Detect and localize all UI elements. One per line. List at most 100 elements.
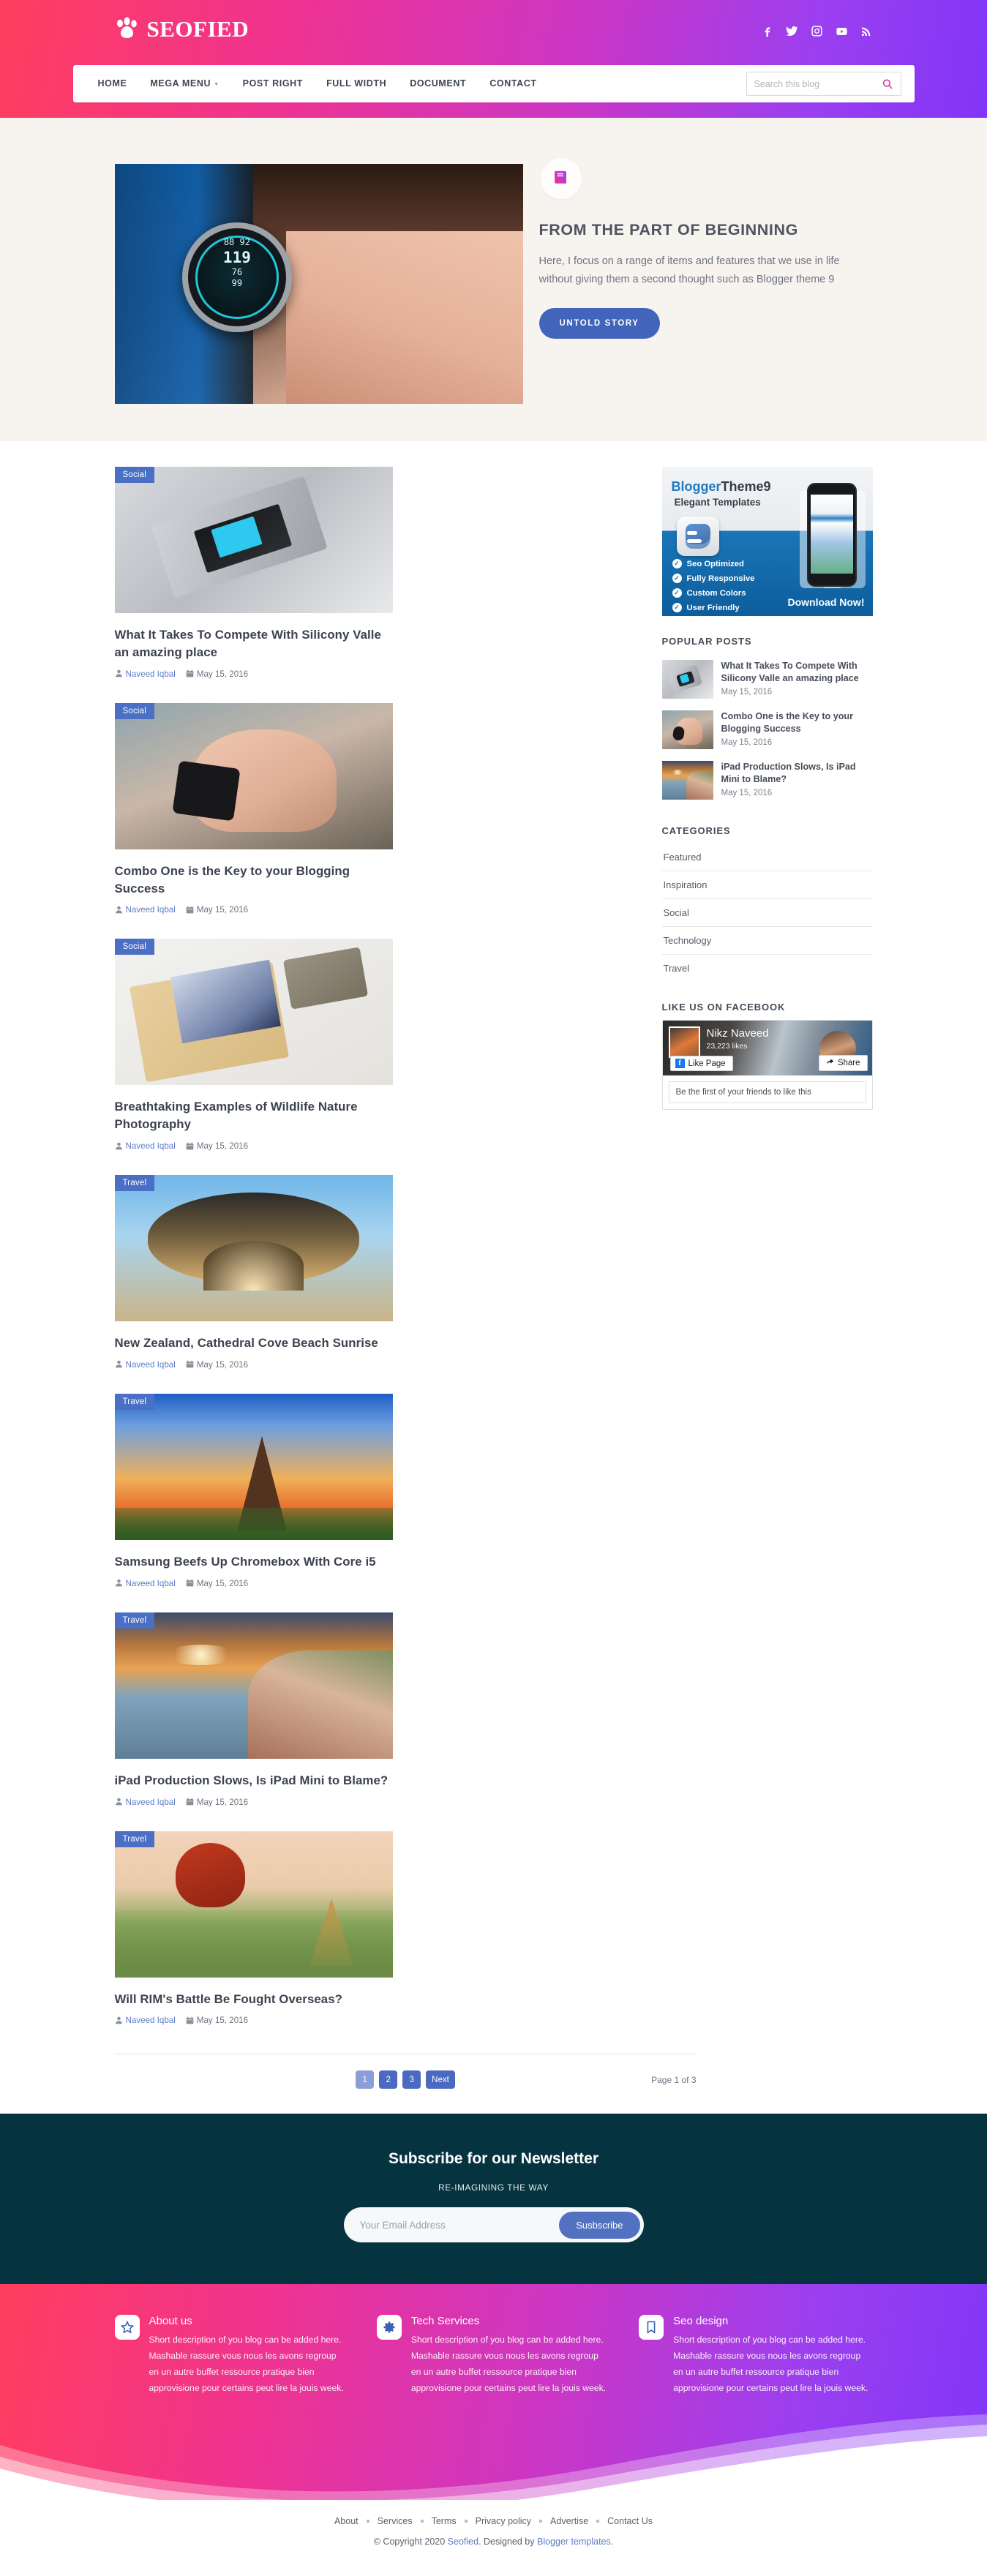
post-thumbnail[interactable]: Travel [114,1612,393,1759]
footer-link-services[interactable]: Services [378,2516,413,2526]
footer-link-advertise[interactable]: Advertise [550,2516,588,2526]
footer-widget-text: Short description of you blog can be add… [149,2335,344,2393]
popular-post-title[interactable]: Combo One is the Key to your Blogging Su… [721,710,873,735]
share-icon [826,1058,834,1068]
post-date: May 15, 2016 [186,1579,248,1588]
instagram-icon[interactable] [811,24,823,38]
popular-post-item[interactable]: Combo One is the Key to your Blogging Su… [661,705,873,755]
nav-item-post-right[interactable]: POST RIGHT [231,65,315,102]
post-title[interactable]: New Zealand, Cathedral Cove Beach Sunris… [115,1334,393,1352]
ad-cta-label[interactable]: Download Now! [788,596,865,608]
post-card[interactable]: Travel iPad Production Slows, Is iPad Mi… [114,1612,393,1807]
footer-link-contact-us[interactable]: Contact Us [607,2516,653,2526]
rss-icon[interactable] [860,24,873,38]
post-author[interactable]: Naveed Iqbal [115,1798,176,1807]
youtube-icon[interactable] [836,24,848,38]
search-box[interactable] [746,72,901,96]
twitter-icon[interactable] [785,24,798,38]
post-thumbnail[interactable]: Travel [114,1393,393,1540]
footer-widget-text: Short description of you blog can be add… [673,2335,868,2393]
popular-post-item[interactable]: iPad Production Slows, Is iPad Mini to B… [661,755,873,806]
category-badge[interactable]: Social [114,702,155,719]
page-button-1[interactable]: 1 [356,2070,375,2089]
nav-item-full-width[interactable]: FULL WIDTH [315,65,398,102]
post-card[interactable]: Social Combo One is the Key to your Blog… [114,702,393,915]
category-item-social[interactable]: Social [661,899,873,927]
page-button-2[interactable]: 2 [379,2070,398,2089]
post-author[interactable]: Naveed Iqbal [115,905,176,915]
subscribe-button[interactable]: Susbscribe [559,2211,640,2239]
popular-posts-list: What It Takes To Compete With Silicony V… [661,654,873,806]
category-badge[interactable]: Social [114,939,155,955]
post-card[interactable]: Social What It Takes To Compete With Sil… [114,467,393,679]
post-author[interactable]: Naveed Iqbal [115,1579,176,1588]
user-icon [115,906,123,915]
site-logo[interactable]: SEOFIED [115,16,249,42]
post-title[interactable]: Samsung Beefs Up Chromebox With Core i5 [115,1553,393,1571]
category-item-featured[interactable]: Featured [661,844,873,871]
post-date: May 15, 2016 [186,1798,248,1807]
popular-post-title[interactable]: iPad Production Slows, Is iPad Mini to B… [721,761,873,786]
category-badge[interactable]: Travel [114,1612,155,1629]
nav-item-home[interactable]: HOME [86,65,139,102]
facebook-like-button[interactable]: f Like Page [669,1056,733,1071]
post-card[interactable]: Travel New Zealand, Cathedral Cove Beach… [114,1175,393,1370]
popular-post-thumbnail[interactable] [661,761,713,800]
facebook-icon[interactable] [761,24,773,38]
popular-post-item[interactable]: What It Takes To Compete With Silicony V… [661,654,873,705]
post-author[interactable]: Naveed Iqbal [115,1360,176,1370]
avatar [668,1026,700,1058]
popular-post-title[interactable]: What It Takes To Compete With Silicony V… [721,660,873,685]
nav-item-mega-menu[interactable]: MEGA MENU ▼ [138,65,230,102]
category-badge[interactable]: Travel [114,1393,155,1410]
popular-post-date: May 15, 2016 [721,738,773,748]
bookmark-icon [639,2315,664,2340]
post-title[interactable]: What It Takes To Compete With Silicony V… [115,626,393,661]
category-item-technology[interactable]: Technology [661,927,873,955]
nav-item-contact[interactable]: CONTACT [478,65,548,102]
post-thumbnail[interactable]: Social [114,467,393,613]
post-card[interactable]: Travel Will RIM's Battle Be Fought Overs… [114,1830,393,2025]
post-card[interactable]: Social Breathtaking Examples of Wildlife… [114,939,393,1151]
facebook-page-name[interactable]: Nikz Naveed [707,1027,769,1040]
post-thumbnail[interactable]: Social [114,702,393,849]
page-button-3[interactable]: 3 [402,2070,421,2089]
post-date: May 15, 2016 [186,905,248,915]
post-title[interactable]: Breathtaking Examples of Wildlife Nature… [115,1098,393,1133]
footer-link-about[interactable]: About [334,2516,359,2526]
post-title[interactable]: iPad Production Slows, Is iPad Mini to B… [115,1772,393,1790]
nav-item-document[interactable]: DOCUMENT [398,65,478,102]
next-page-button[interactable]: Next [426,2070,455,2089]
post-thumbnail[interactable]: Social [114,939,393,1086]
date-text: May 15, 2016 [196,669,249,679]
search-input[interactable] [754,78,882,89]
post-author[interactable]: Naveed Iqbal [115,1141,176,1151]
post-thumbnail[interactable]: Travel [114,1175,393,1322]
post-thumbnail[interactable]: Travel [114,1830,393,1978]
post-author[interactable]: Naveed Iqbal [115,2016,176,2025]
category-badge[interactable]: Travel [114,1830,155,1847]
separator-dot [366,2520,369,2523]
footer-link-privacy-policy[interactable]: Privacy policy [476,2516,531,2526]
nav-label: MEGA MENU [150,78,211,89]
ad-banner-bloggertheme9[interactable]: BloggerTheme9 Elegant Templates ✓ Seo Opt… [661,467,873,616]
popular-post-thumbnail[interactable] [661,660,713,699]
newsletter-email-input[interactable] [359,2219,560,2231]
copyright-brand-link[interactable]: Seofied [448,2536,479,2547]
category-badge[interactable]: Travel [114,1175,155,1192]
popular-post-thumbnail[interactable] [661,710,713,749]
ad-title: BloggerTheme9 [672,479,771,495]
post-card[interactable]: Travel Samsung Beefs Up Chromebox With C… [114,1393,393,1588]
category-badge[interactable]: Social [114,467,155,483]
facebook-share-button[interactable]: Share [818,1055,868,1071]
post-title[interactable]: Will RIM's Battle Be Fought Overseas? [115,1991,393,2008]
category-item-travel[interactable]: Travel [662,955,873,982]
footer-link-terms[interactable]: Terms [432,2516,457,2526]
copyright-designer-link[interactable]: Blogger templates [537,2536,611,2547]
untold-story-button[interactable]: UNTOLD STORY [538,307,660,339]
user-icon [115,1360,123,1369]
search-icon[interactable] [882,78,893,90]
category-item-inspiration[interactable]: Inspiration [661,871,873,899]
post-author[interactable]: Naveed Iqbal [115,669,176,679]
post-title[interactable]: Combo One is the Key to your Blogging Su… [115,863,393,898]
